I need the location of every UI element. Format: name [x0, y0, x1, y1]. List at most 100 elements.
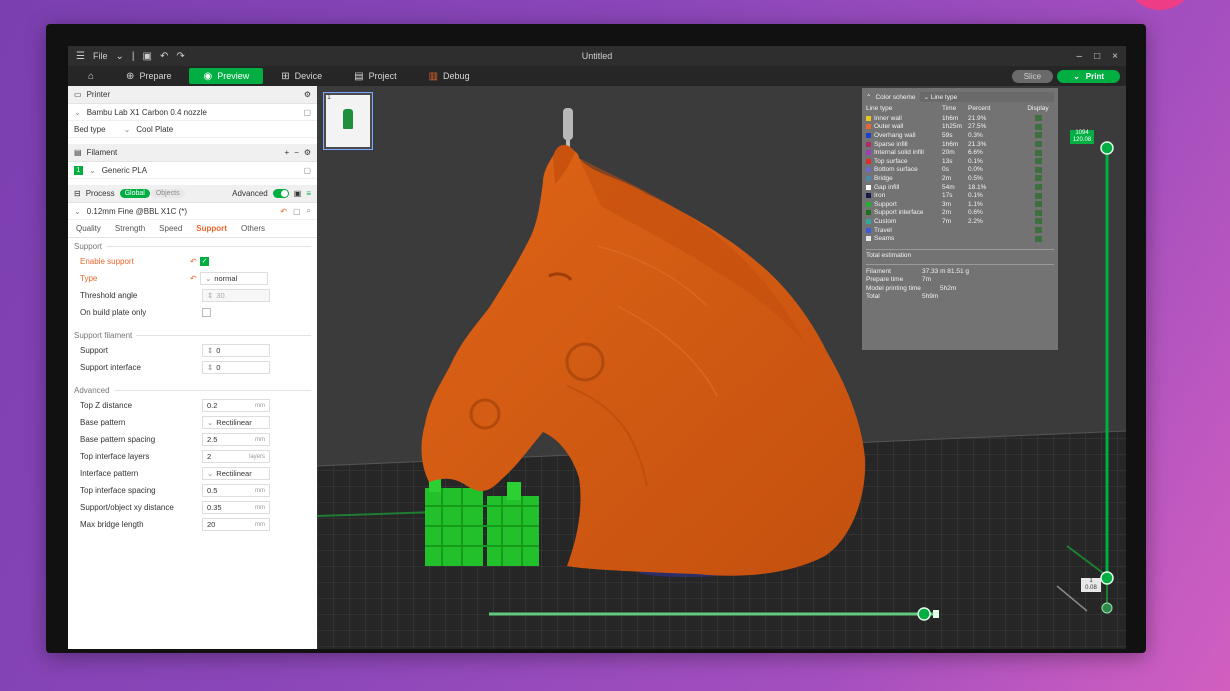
eye-icon: ◉	[203, 70, 213, 82]
advanced-setting-value: 2	[207, 452, 212, 461]
print-button[interactable]: ⌄ Print	[1057, 69, 1120, 83]
tab-project[interactable]: ▤ Project	[340, 68, 410, 84]
redo-icon[interactable]: ↷	[176, 51, 184, 62]
advanced-setting-input[interactable]: ⌄ Rectilinear	[202, 467, 270, 480]
device-icon: ⊞	[281, 70, 290, 82]
advanced-setting-unit: mm	[255, 487, 265, 494]
stepper-icon: ⇕	[207, 363, 214, 372]
advanced-setting-row: Top interface spacing 0.5 mm	[68, 482, 317, 499]
reset-icon[interactable]: ↶	[190, 274, 200, 283]
compare-icon[interactable]: ▣	[294, 189, 302, 198]
advanced-setting-input[interactable]: 0.5 mm	[202, 484, 270, 497]
view-reset-icon[interactable]	[1101, 602, 1113, 614]
threshold-angle-input[interactable]: ⇕ 30	[202, 289, 270, 302]
printer-section-header: ▭ Printer ⚙	[68, 86, 317, 104]
printer-model: Bambu Lab X1 Carbon 0.4 nozzle	[86, 107, 207, 117]
bed-type-select[interactable]: Cool Plate	[136, 125, 173, 134]
filament-select[interactable]: 1 ⌄ Generic PLA ▢	[68, 162, 317, 179]
subtab-support[interactable]: Support	[196, 224, 227, 233]
subtab-others[interactable]: Others	[241, 224, 265, 233]
global-toggle[interactable]: Global	[119, 189, 150, 198]
print-button-label: Print	[1085, 71, 1104, 81]
enable-support-checkbox[interactable]: ✓	[200, 257, 209, 266]
advanced-setting-row: Top interface layers 2 layers	[68, 448, 317, 465]
advanced-toggle[interactable]	[272, 189, 289, 198]
build-plate-only-checkbox[interactable]	[202, 308, 211, 317]
stepper-icon: ⇕	[207, 291, 214, 300]
divider-icon: |	[131, 50, 135, 62]
objects-toggle[interactable]: Objects	[150, 189, 185, 198]
support-interface-filament-label: Support interface	[80, 363, 141, 372]
home-button[interactable]: ⌂	[74, 68, 108, 84]
slider-overlay	[489, 141, 1114, 621]
move-slider-end[interactable]	[933, 610, 939, 618]
layer-slider-bottom-thumb[interactable]	[1100, 571, 1114, 585]
advanced-setting-input[interactable]: 0.2 mm	[202, 399, 270, 412]
remove-filament-icon[interactable]: −	[294, 148, 299, 157]
debug-icon: ▥	[428, 70, 439, 82]
save-icon[interactable]: ▣	[142, 51, 151, 62]
chevron-down-icon[interactable]: ⌄	[115, 51, 123, 62]
reset-icon[interactable]: ↶	[190, 257, 200, 266]
edit-icon[interactable]: ▢	[303, 108, 311, 117]
undo-icon[interactable]: ↶	[160, 51, 168, 62]
tab-prepare[interactable]: ⊕ Prepare	[112, 68, 185, 84]
reset-icon[interactable]: ↶	[280, 207, 287, 216]
minimize-button[interactable]: –	[1077, 51, 1083, 62]
threshold-angle-row: Threshold angle ⇕ 30	[68, 287, 317, 304]
search-icon[interactable]: ⌕	[307, 206, 311, 216]
layer-top-label: 1094 120.08	[1070, 130, 1094, 144]
filament-name: Generic PLA	[101, 165, 148, 175]
tab-device-label: Device	[294, 71, 323, 81]
move-slider-thumb[interactable]	[917, 607, 931, 621]
printer-settings-icon[interactable]: ⚙	[304, 90, 311, 99]
threshold-angle-value: 30	[216, 291, 225, 300]
filament-settings-icon[interactable]: ⚙	[304, 148, 311, 157]
support-type-select[interactable]: ⌄ normal	[200, 272, 268, 285]
subtab-strength[interactable]: Strength	[115, 224, 145, 233]
advanced-setting-row: Top Z distance 0.2 mm	[68, 397, 317, 414]
advanced-setting-input[interactable]: 20 mm	[202, 518, 270, 531]
tab-debug[interactable]: ▥ Debug	[415, 68, 484, 84]
3d-preview-viewport[interactable]: 1 ⌃ Color scheme ⌄ Line type Line type T	[317, 86, 1126, 649]
printer-icon: ▭	[74, 90, 82, 99]
tab-project-label: Project	[368, 71, 397, 81]
advanced-setting-label: Top interface layers	[80, 452, 150, 461]
advanced-setting-unit: layers	[248, 453, 265, 460]
subtab-speed[interactable]: Speed	[159, 224, 182, 233]
slice-button[interactable]: Slice	[1011, 69, 1054, 83]
advanced-setting-value: 0.5	[207, 486, 218, 495]
chevron-down-icon: ⌄	[123, 124, 131, 134]
advanced-setting-input[interactable]: 2 layers	[202, 450, 270, 463]
chevron-down-icon: ⌄	[74, 107, 81, 117]
advanced-setting-value: 20	[207, 520, 216, 529]
advanced-setting-input[interactable]: ⌄ Rectilinear	[202, 416, 270, 429]
process-preset-select[interactable]: ⌄ 0.12mm Fine @BBL X1C (*) ↶ ▢ ⌕	[68, 203, 317, 220]
filament-section-header: ▤ Filament + − ⚙	[68, 144, 317, 162]
save-preset-icon[interactable]: ▢	[293, 207, 301, 216]
printer-select[interactable]: ⌄ Bambu Lab X1 Carbon 0.4 nozzle ▢	[68, 104, 317, 121]
hamburger-menu-icon[interactable]: ☰	[76, 51, 85, 62]
support-filament-group-title: Support filament	[68, 327, 317, 342]
file-menu[interactable]: File	[93, 51, 108, 61]
tab-preview[interactable]: ◉ Preview	[189, 68, 264, 84]
advanced-setting-input[interactable]: 0.35 mm	[202, 501, 270, 514]
maximize-button[interactable]: □	[1094, 51, 1100, 62]
advanced-setting-unit: mm	[255, 436, 265, 443]
layer-bottom-label: 1 0.08	[1081, 578, 1101, 592]
filter-icon[interactable]: ≡	[306, 189, 311, 198]
support-filament-input[interactable]: ⇕ 0	[202, 344, 270, 357]
advanced-setting-input[interactable]: 2.5 mm	[202, 433, 270, 446]
enable-support-row: Enable support ↶ ✓	[68, 253, 317, 270]
support-interface-filament-input[interactable]: ⇕ 0	[202, 361, 270, 374]
tab-device[interactable]: ⊞ Device	[267, 68, 336, 84]
subtab-quality[interactable]: Quality	[76, 224, 101, 233]
advanced-setting-unit: mm	[255, 504, 265, 511]
advanced-setting-value: Rectilinear	[216, 418, 252, 427]
layer-slider-top-thumb[interactable]	[1100, 141, 1114, 155]
close-button[interactable]: ×	[1112, 51, 1118, 62]
edit-icon[interactable]: ▢	[303, 166, 311, 175]
build-plate-only-row: On build plate only	[68, 304, 317, 321]
add-filament-icon[interactable]: +	[284, 148, 289, 157]
advanced-setting-label: Base pattern spacing	[80, 435, 156, 444]
